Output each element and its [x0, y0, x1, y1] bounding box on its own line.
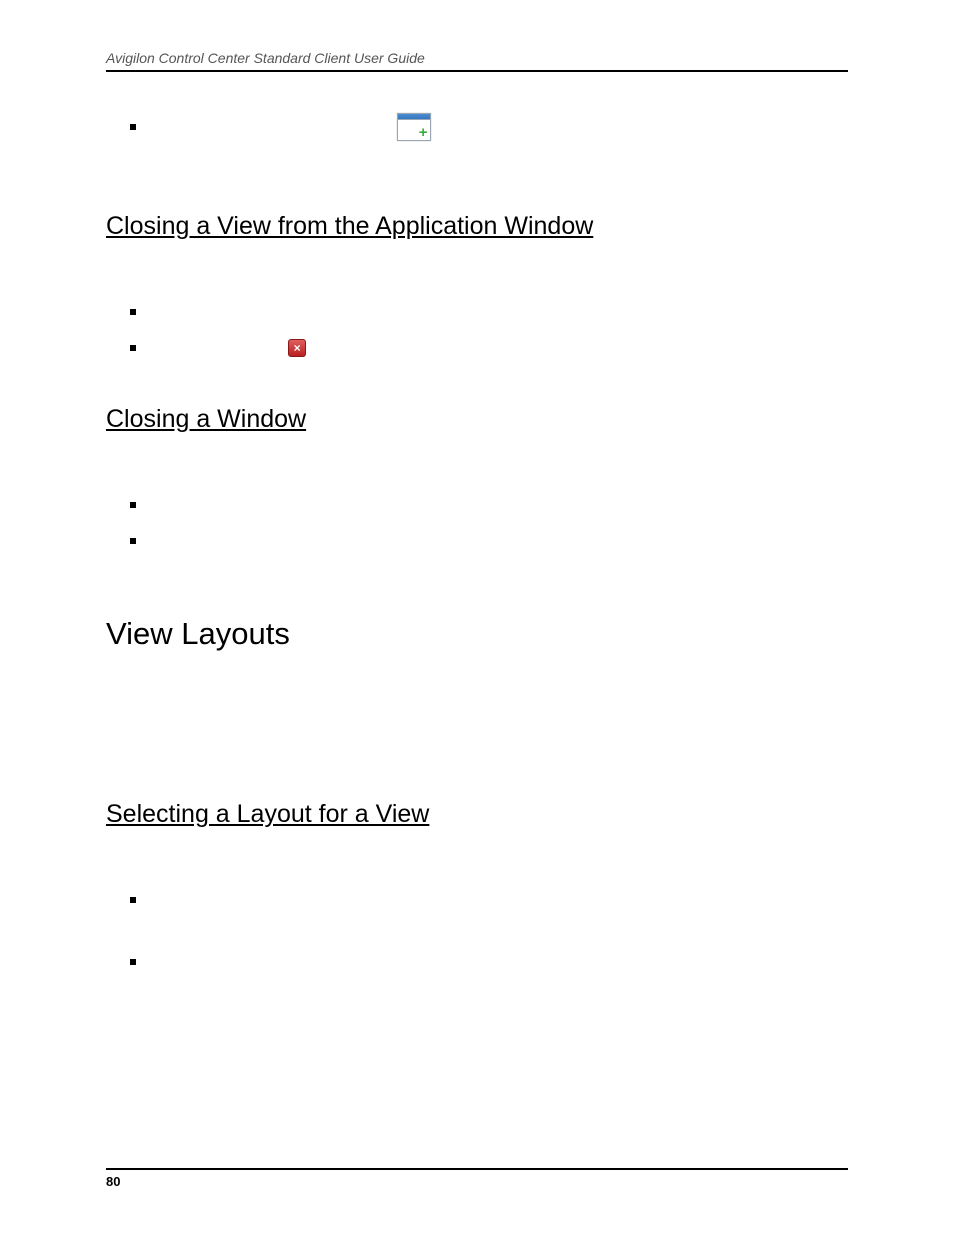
list-item: [130, 490, 848, 520]
bullet-icon: [130, 538, 136, 544]
list-item: [130, 526, 848, 556]
heading-selecting-layout: Selecting a Layout for a View: [106, 800, 848, 829]
new-window-icon: +: [397, 113, 431, 141]
list-item: [130, 947, 848, 977]
page-footer: 80: [106, 1168, 848, 1189]
list-item: [130, 297, 848, 327]
heading-closing-window: Closing a Window: [106, 405, 848, 434]
list-item: [130, 885, 848, 915]
heading-closing-view: Closing a View from the Application Wind…: [106, 212, 848, 241]
bullet-icon: [130, 502, 136, 508]
page-number: 80: [106, 1174, 120, 1189]
heading-view-layouts: View Layouts: [106, 616, 848, 652]
bullet-icon: [130, 897, 136, 903]
close-icon: ×: [288, 339, 306, 357]
list-item: spacer text here a ×: [130, 333, 848, 363]
running-header: Avigilon Control Center Standard Client …: [106, 50, 848, 72]
bullet-icon: [130, 345, 136, 351]
bullet-icon: [130, 124, 136, 130]
bullet-icon: [130, 309, 136, 315]
bullet-icon: [130, 959, 136, 965]
list-item: spacer text here for the bullet row +: [130, 112, 848, 142]
